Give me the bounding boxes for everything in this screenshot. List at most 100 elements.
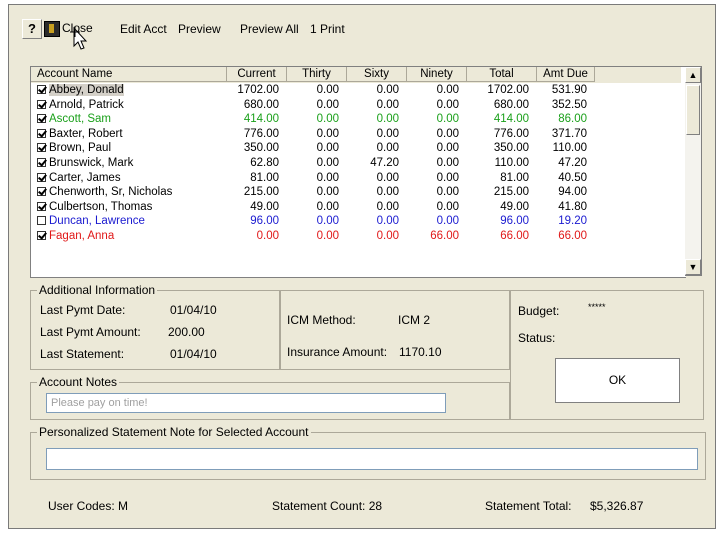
- scroll-up-icon[interactable]: ▲: [685, 67, 701, 83]
- row-checkbox[interactable]: [37, 114, 46, 124]
- statement-note-title: Personalized Statement Note for Selected…: [37, 425, 311, 439]
- table-row[interactable]: Baxter, Robert 776.00 0.00 0.00 0.00 776.00 37…: [31, 127, 681, 142]
- ninety-cell: 0.00: [436, 215, 459, 228]
- sixty-cell: 0.00: [376, 186, 399, 199]
- table-row[interactable]: Duncan, Lawrence 96.00 0.00 0.00 0.00 96.00 19…: [31, 214, 681, 229]
- status-label: Status:: [518, 331, 556, 345]
- current-cell: 776.00: [243, 127, 279, 140]
- last-pymt-amount-label: Last Pymt Amount:: [40, 325, 141, 339]
- statement-total-label: Statement Total:: [485, 499, 572, 513]
- table-row[interactable]: Fagan, Anna 0.00 0.00 0.00 66.00 66.00 66.00: [31, 229, 681, 244]
- icm-method-value: ICM 2: [398, 313, 431, 327]
- sixty-cell: 0.00: [376, 113, 399, 126]
- ninety-cell: 0.00: [436, 127, 459, 140]
- account-name-cell: Arnold, Patrick: [31, 98, 227, 113]
- table-row[interactable]: Abbey, Donald 1702.00 0.00 0.00 0.00 1702.00 5…: [31, 83, 681, 98]
- current-cell: 96.00: [250, 215, 279, 228]
- table-row[interactable]: Chenworth, Sr, Nicholas 215.00 0.00 0.00 0.0…: [31, 185, 681, 200]
- table-row[interactable]: Brunswick, Mark 62.80 0.00 47.20 0.00 110.00 4…: [31, 156, 681, 171]
- insurance-amount-value: 1170.10: [399, 345, 442, 359]
- scroll-thumb[interactable]: [686, 85, 700, 135]
- statement-total-value: $5,326.87: [590, 499, 644, 513]
- table-row[interactable]: Culbertson, Thomas 49.00 0.00 0.00 0.00 49.00…: [31, 200, 681, 215]
- edit-acct-button[interactable]: Edit Acct: [120, 22, 167, 36]
- column-header[interactable]: Total: [467, 67, 537, 82]
- table-row[interactable]: Carter, James 81.00 0.00 0.00 0.00 81.00 40.50: [31, 171, 681, 186]
- current-cell: 215.00: [243, 186, 279, 199]
- account-name-cell: Baxter, Robert: [31, 127, 227, 142]
- row-checkbox[interactable]: [37, 172, 46, 182]
- last-statement-value: 01/04/10: [170, 347, 217, 361]
- column-header[interactable]: Thirty: [287, 67, 347, 82]
- sixty-cell: 0.00: [376, 215, 399, 228]
- row-checkbox[interactable]: [37, 143, 46, 153]
- sixty-cell: 0.00: [376, 171, 399, 184]
- column-header[interactable]: Ninety: [407, 67, 467, 82]
- mouse-cursor-icon: [70, 26, 88, 50]
- column-header[interactable]: Sixty: [347, 67, 407, 82]
- account-name-cell: Abbey, Donald: [31, 83, 227, 98]
- table-row[interactable]: Brown, Paul 350.00 0.00 0.00 0.00 350.00 110.0…: [31, 141, 681, 156]
- ninety-cell: 0.00: [436, 186, 459, 199]
- row-checkbox[interactable]: [37, 230, 46, 240]
- thirty-cell: 0.00: [316, 98, 339, 111]
- total-cell: 215.00: [493, 186, 529, 199]
- account-name: Fagan, Anna: [49, 229, 115, 242]
- thirty-cell: 0.00: [316, 127, 339, 140]
- account-name-cell: Ascott, Sam: [31, 112, 227, 127]
- current-cell: 62.80: [250, 156, 279, 169]
- row-checkbox[interactable]: [37, 99, 46, 109]
- sixty-cell: 0.00: [376, 98, 399, 111]
- ninety-cell: 0.00: [436, 156, 459, 169]
- account-name-cell: Fagan, Anna: [31, 229, 227, 244]
- grid-vertical-scrollbar[interactable]: ▲ ▼: [685, 66, 702, 276]
- sixty-cell: 0.00: [376, 127, 399, 140]
- thirty-cell: 0.00: [316, 200, 339, 213]
- amt-due-cell: 40.50: [558, 171, 587, 184]
- amt-due-cell: 41.80: [558, 200, 587, 213]
- current-cell: 49.00: [250, 200, 279, 213]
- statement-note-input[interactable]: [46, 448, 698, 470]
- total-cell: 49.00: [500, 200, 529, 213]
- table-row[interactable]: Ascott, Sam 414.00 0.00 0.00 0.00 414.00 86.00: [31, 112, 681, 127]
- amt-due-cell: 110.00: [552, 142, 587, 155]
- account-name: Culbertson, Thomas: [49, 200, 153, 213]
- amt-due-cell: 47.20: [558, 156, 587, 169]
- thirty-cell: 0.00: [316, 186, 339, 199]
- row-checkbox[interactable]: [37, 187, 46, 197]
- preview-all-button[interactable]: Preview All: [240, 22, 299, 36]
- table-row[interactable]: Arnold, Patrick 680.00 0.00 0.00 0.00 680.00 3…: [31, 98, 681, 113]
- account-name: Brown, Paul: [49, 142, 112, 155]
- row-checkbox[interactable]: [37, 128, 46, 138]
- total-cell: 66.00: [500, 229, 529, 242]
- thirty-cell: 0.00: [316, 229, 339, 242]
- last-pymt-amount-value: 200.00: [168, 325, 205, 339]
- account-name: Duncan, Lawrence: [49, 215, 145, 228]
- row-checkbox[interactable]: [37, 216, 46, 226]
- account-name-cell: Carter, James: [31, 171, 227, 186]
- additional-info-title: Additional Information: [37, 283, 158, 297]
- account-name: Abbey, Donald: [49, 84, 124, 96]
- scroll-down-icon[interactable]: ▼: [685, 259, 701, 275]
- accounts-grid[interactable]: Account Name Current Thirty Sixty Ninety Tota…: [30, 66, 686, 278]
- column-header[interactable]: Account Name: [31, 67, 227, 82]
- thirty-cell: 0.00: [316, 171, 339, 184]
- account-notes-title: Account Notes: [37, 375, 120, 389]
- sixty-cell: 0.00: [376, 200, 399, 213]
- current-cell: 414.00: [243, 113, 279, 126]
- thirty-cell: 0.00: [316, 84, 339, 96]
- preview-button[interactable]: Preview: [178, 22, 221, 36]
- column-header[interactable]: Current: [227, 67, 287, 82]
- column-header[interactable]: Amt Due: [537, 67, 595, 82]
- row-checkbox[interactable]: [37, 201, 46, 211]
- help-button[interactable]: ?: [22, 19, 42, 39]
- amt-due-cell: 352.50: [551, 98, 587, 111]
- thirty-cell: 0.00: [316, 113, 339, 126]
- row-checkbox[interactable]: [37, 85, 46, 94]
- print-button[interactable]: 1 Print: [310, 22, 345, 36]
- row-checkbox[interactable]: [37, 157, 46, 167]
- current-cell: 81.00: [250, 171, 279, 184]
- account-notes-input[interactable]: Please pay on time!: [46, 393, 446, 413]
- sixty-cell: 47.20: [370, 156, 399, 169]
- ok-button[interactable]: OK: [555, 358, 680, 403]
